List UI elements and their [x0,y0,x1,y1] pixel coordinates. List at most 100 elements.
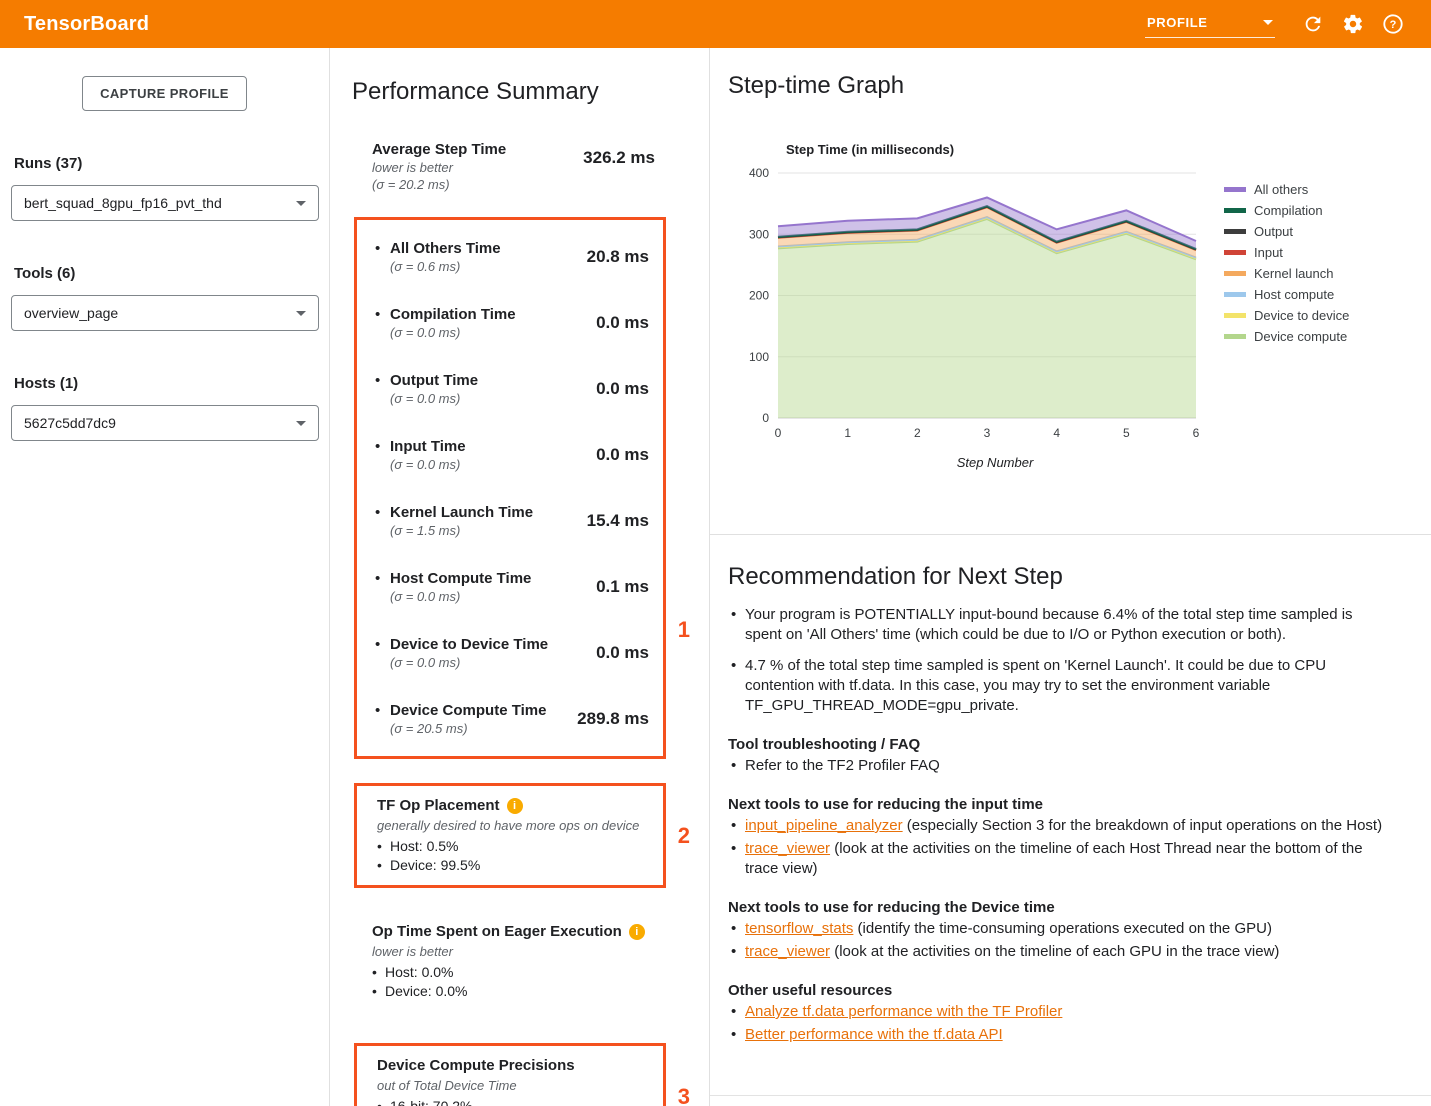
runs-field: Runs (37) bert_squad_8gpu_fp16_pvt_thd [0,155,329,221]
legend-item: All others [1224,179,1349,200]
faq-section: Tool troubleshooting / FAQ Refer to the … [728,736,1391,776]
resources-heading: Other useful resources [728,982,1391,999]
hosts-select[interactable]: 5627c5dd7dc9 [11,405,319,441]
svg-text:5: 5 [1123,426,1130,440]
sub-note: generally desired to have more ops on de… [377,817,651,835]
legend-item: Host compute [1224,284,1349,305]
runs-select[interactable]: bert_squad_8gpu_fp16_pvt_thd [11,185,319,221]
tfdata-api-link[interactable]: Better performance with the tf.data API [745,1026,1003,1043]
metric-row: Input Time (σ = 0.0 ms) 0.0 ms [361,422,651,488]
average-step-time-row: Average Step Time lower is better (σ = 2… [372,140,687,193]
capture-profile-button[interactable]: CAPTURE PROFILE [82,76,247,111]
metric-label: Host Compute Time [390,569,561,588]
list-item: 16-bit: 70.2% [377,1097,651,1106]
app-header: TensorBoard PROFILE ? [0,0,1431,48]
device-tools-heading: Next tools to use for reducing the Devic… [728,899,1391,916]
trace-viewer-link[interactable]: trace_viewer [745,943,830,960]
settings-button[interactable] [1333,4,1373,44]
metric-sigma: (σ = 0.0 ms) [390,456,561,473]
metric-sigma: (σ = 0.0 ms) [390,588,561,605]
metric-label: All Others Time [390,239,561,258]
legend-item: Device compute [1224,326,1349,347]
metric-label: Device to Device Time [390,635,561,654]
metric-label: Device Compute Time [390,701,561,720]
annotation-number-2: 2 [678,823,690,849]
metric-label: Average Step Time [372,140,567,159]
chart-x-axis-label: Step Number [786,455,1204,470]
metric-text: Input Time (σ = 0.0 ms) [390,437,561,473]
list-item: Device: 99.5% [377,856,651,875]
chevron-down-icon [296,201,306,206]
list-item: trace_viewer (look at the activities on … [728,839,1391,879]
metric-value: 0.0 ms [561,445,649,473]
metric-label: Output Time [390,371,561,390]
tf-op-placement-block: TF Op Placement i generally desired to h… [361,796,651,875]
metric-text: Host Compute Time (σ = 0.0 ms) [390,569,561,605]
legend-swatch [1224,250,1246,255]
help-button[interactable]: ? [1373,4,1413,44]
dashboard-select[interactable]: PROFILE [1145,11,1275,38]
metric-value: 289.8 ms [561,709,649,737]
device-compute-precisions-title: Device Compute Precisions [377,1056,575,1076]
app-title: TensorBoard [24,13,149,36]
tools-label: Tools (6) [14,265,315,282]
runs-label: Runs (37) [14,155,315,172]
tf-op-placement-list: Host: 0.5% Device: 99.5% [377,837,651,875]
reload-button[interactable] [1293,4,1333,44]
sub-title-row: Device Compute Precisions [377,1056,651,1076]
svg-text:0: 0 [762,411,769,425]
list-item: Refer to the TF2 Profiler FAQ [728,756,1391,776]
metric-row: Device to Device Time (σ = 0.0 ms) 0.0 m… [361,620,651,686]
metric-value: 0.0 ms [561,313,649,341]
legend-item: Input [1224,242,1349,263]
svg-text:6: 6 [1193,426,1200,440]
input-pipeline-analyzer-link[interactable]: input_pipeline_analyzer [745,817,903,834]
input-tools-list: input_pipeline_analyzer (especially Sect… [728,816,1391,879]
metric-text: Average Step Time lower is better (σ = 2… [372,140,567,193]
legend-swatch [1224,271,1246,276]
info-icon[interactable]: i [629,924,645,940]
svg-text:200: 200 [749,289,769,303]
svg-text:3: 3 [984,426,991,440]
performance-summary-title: Performance Summary [352,48,687,106]
metric-row: Host Compute Time (σ = 0.0 ms) 0.1 ms [361,554,651,620]
input-tools-section: Next tools to use for reducing the input… [728,796,1391,879]
legend-swatch [1224,292,1246,297]
metric-text: Compilation Time (σ = 0.0 ms) [390,305,561,341]
legend-label: Host compute [1254,287,1334,302]
gear-icon [1342,13,1364,35]
right-column: Step-time Graph Step Time (in millisecon… [710,48,1431,1106]
legend-item: Output [1224,221,1349,242]
step-time-graph-title: Step-time Graph [728,72,1431,100]
sub-note: lower is better [372,943,687,961]
legend-swatch [1224,208,1246,213]
list-item: 4.7 % of the total step time sampled is … [728,656,1391,716]
recommendation-title: Recommendation for Next Step [728,563,1391,591]
metric-row: Output Time (σ = 0.0 ms) 0.0 ms [361,356,651,422]
metric-value: 0.0 ms [561,643,649,671]
list-item: Device: 0.0% [372,982,687,1001]
sub-note: out of Total Device Time [377,1077,651,1095]
metric-sigma: (σ = 20.5 ms) [390,720,561,737]
list-item: tensorflow_stats (identify the time-cons… [728,919,1391,939]
tfdata-performance-link[interactable]: Analyze tf.data performance with the TF … [745,1003,1062,1020]
annotation-number-3: 3 [678,1084,690,1106]
eager-execution-list: Host: 0.0% Device: 0.0% [372,963,687,1001]
tf-op-placement-title: TF Op Placement [377,796,500,816]
metric-text: Device to Device Time (σ = 0.0 ms) [390,635,561,671]
runs-selected-value: bert_squad_8gpu_fp16_pvt_thd [24,195,222,211]
eager-execution-block: Op Time Spent on Eager Execution i lower… [372,922,687,1001]
metric-value: 0.0 ms [561,379,649,407]
info-icon[interactable]: i [507,798,523,814]
trace-viewer-link[interactable]: trace_viewer [745,840,830,857]
step-time-graph-card: Step-time Graph Step Time (in millisecon… [710,48,1431,535]
tensorflow-stats-link[interactable]: tensorflow_stats [745,920,853,937]
metric-value: 0.1 ms [561,577,649,605]
metric-sigma: (σ = 0.0 ms) [390,324,561,341]
device-compute-precisions-block: Device Compute Precisions out of Total D… [361,1056,651,1106]
sidebar: CAPTURE PROFILE Runs (37) bert_squad_8gp… [0,48,330,1106]
eager-execution-title: Op Time Spent on Eager Execution [372,922,622,942]
metric-note: lower is better [372,159,567,176]
tools-select[interactable]: overview_page [11,295,319,331]
legend-label: All others [1254,182,1308,197]
